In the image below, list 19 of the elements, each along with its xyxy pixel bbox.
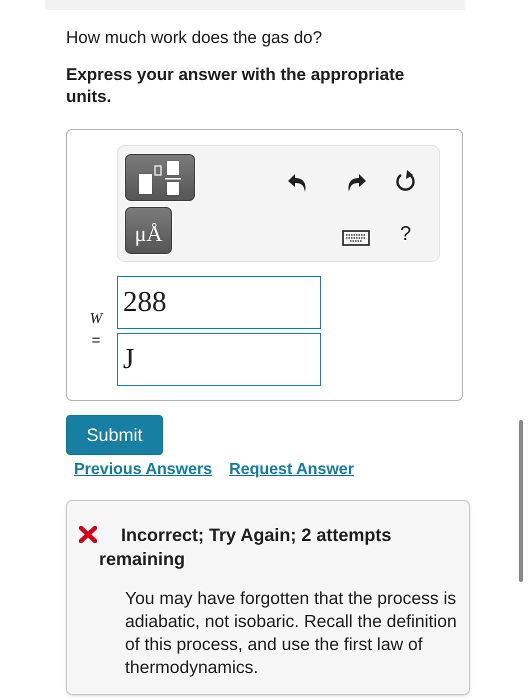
units-input[interactable]: J [117,333,321,386]
text-link[interactable]: Previous Answers [74,458,212,482]
template-button[interactable] [125,154,195,201]
fraction-exponent-icon [136,160,184,196]
submit-button[interactable]: Submit [66,415,163,455]
value-input[interactable]: 288 [117,276,321,329]
help-button[interactable]: ? [400,222,412,246]
variable-label: W [90,311,102,327]
reset-icon[interactable] [395,169,417,193]
text-link[interactable]: Request Answer [229,458,354,482]
units-button[interactable]: μÅ [125,207,172,254]
cross-icon [79,526,97,543]
scroll-bar[interactable] [519,420,523,582]
instruction-text: Express your answer with the appropriate units. [66,64,406,108]
question-text: How much work does the gas do? [66,27,324,49]
feedback-message: You may have forgotten that the process is adiabatic, not isobaric. Recall the definition of this process, and use the first law of thermodynamics. [125,587,458,679]
feedback-title: Incorrect; Try Again; 2 attempts remaining [99,524,392,571]
equals-sign: = [92,333,100,349]
keyboard-icon[interactable] [342,230,370,246]
